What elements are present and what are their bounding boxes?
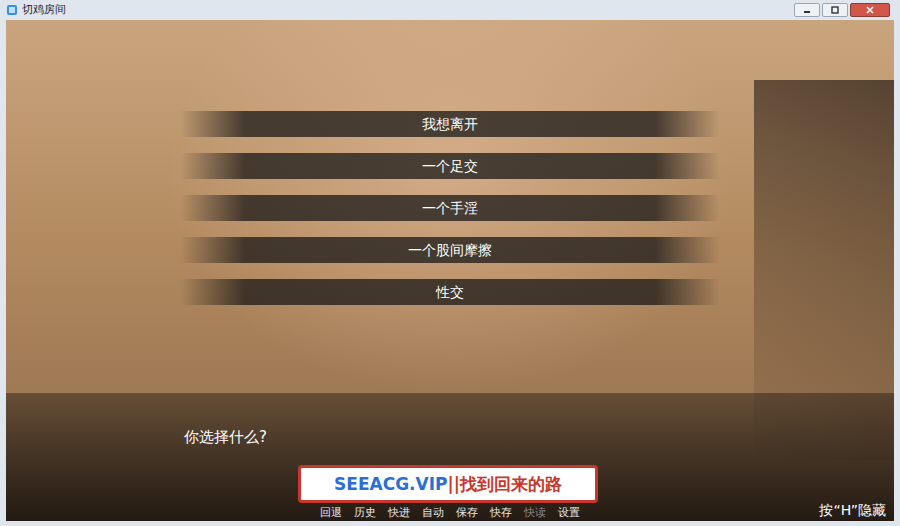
game-screen: 我想离开一个足交一个手淫一个股间摩擦性交你选择什么? SEEACG.VIP||找到… xyxy=(6,20,894,521)
maximize-icon xyxy=(830,6,840,14)
choice-button[interactable]: 我想离开 xyxy=(180,111,720,137)
quick-menu-item[interactable]: 设置 xyxy=(558,506,580,520)
title-bar: 切鸡房间 xyxy=(0,0,900,20)
app-icon xyxy=(6,4,18,16)
choice-button[interactable]: 一个股间摩擦 xyxy=(180,237,720,263)
choice-label: 一个手淫 xyxy=(422,198,478,218)
quick-menu-item: 快读 xyxy=(524,506,546,520)
title-area: 切鸡房间 xyxy=(6,3,66,17)
quick-menu-item[interactable]: 历史 xyxy=(354,506,376,520)
choice-button[interactable]: 一个手淫 xyxy=(180,195,720,221)
window-controls xyxy=(794,3,890,17)
maximize-button[interactable] xyxy=(822,3,848,17)
choice-label: 一个足交 xyxy=(422,156,478,176)
window-frame: 我想离开一个足交一个手淫一个股间摩擦性交你选择什么? SEEACG.VIP||找到… xyxy=(0,20,900,526)
quick-menu-item[interactable]: 快进 xyxy=(388,506,410,520)
dialogue-text: 你选择什么? xyxy=(6,393,894,447)
choice-label: 一个股间摩擦 xyxy=(408,240,492,260)
choice-label: 性交 xyxy=(436,282,464,302)
quick-menu-item[interactable]: 保存 xyxy=(456,506,478,520)
minimize-icon xyxy=(802,6,812,14)
choice-button[interactable]: 性交 xyxy=(180,279,720,305)
close-icon xyxy=(865,6,875,14)
choice-menu: 我想离开一个足交一个手淫一个股间摩擦性交 xyxy=(6,111,894,305)
hide-hint: 按“H”隐藏 xyxy=(819,501,886,519)
quick-menu-item[interactable]: 快存 xyxy=(490,506,512,520)
quick-menu-item[interactable]: 自动 xyxy=(422,506,444,520)
watermark-site: SEEACG.VIP xyxy=(334,473,447,495)
quick-menu: 回退历史快进自动保存快存快读设置 xyxy=(6,506,894,520)
minimize-button[interactable] xyxy=(794,3,820,17)
window-title: 切鸡房间 xyxy=(22,3,66,17)
choice-label: 我想离开 xyxy=(422,114,478,134)
watermark-slogan: ||找到回来的路 xyxy=(448,473,562,495)
close-button[interactable] xyxy=(850,3,890,17)
quick-menu-item[interactable]: 回退 xyxy=(320,506,342,520)
choice-button[interactable]: 一个足交 xyxy=(180,153,720,179)
watermark-banner: SEEACG.VIP||找到回来的路 xyxy=(298,465,598,503)
